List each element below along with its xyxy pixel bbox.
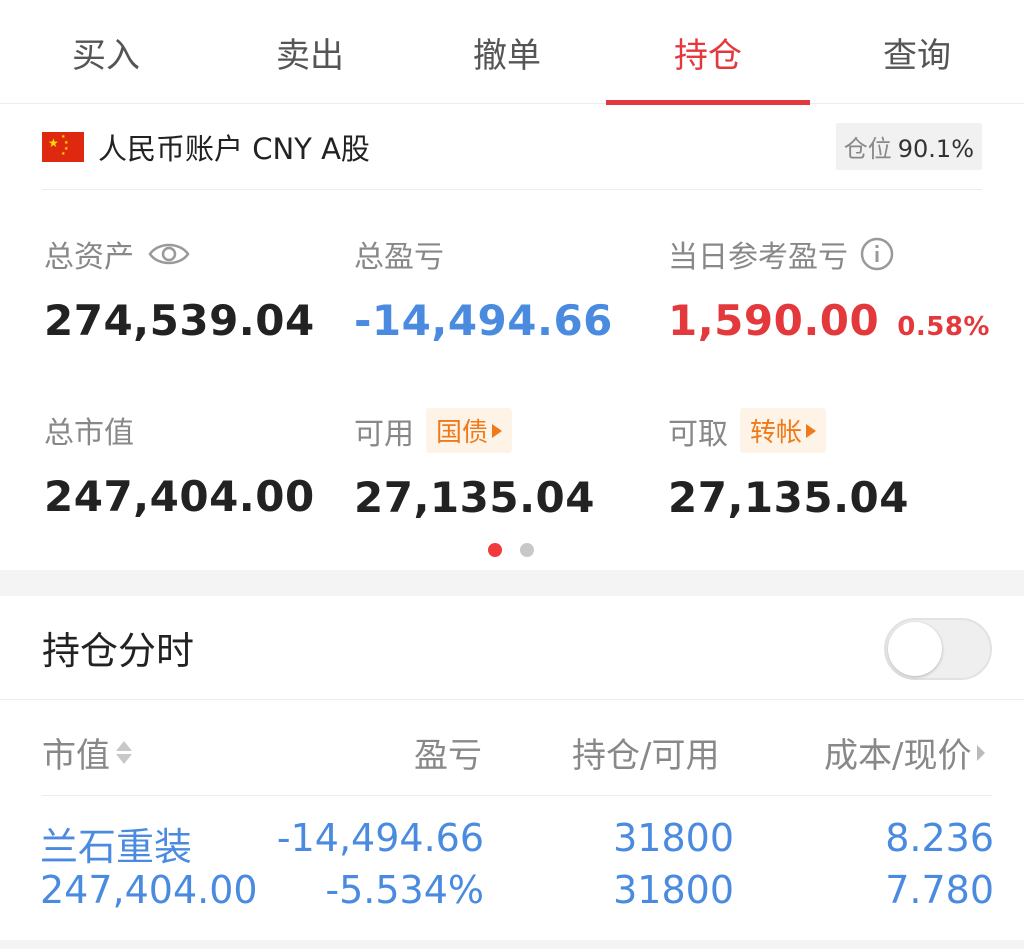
toggle-knob — [888, 622, 942, 676]
position-value: 90.1% — [897, 135, 974, 163]
col-market-value-label: 市值 — [42, 736, 110, 776]
total-pnl-block: 总盈亏 -14,494.66 — [354, 232, 613, 345]
holding-timeshare-row: 持仓分时 — [0, 596, 1024, 700]
daily-pnl-label: 当日参考盈亏 — [668, 240, 848, 275]
market-value-label: 总市值 — [44, 416, 134, 451]
holdings-table-header: 市值 盈亏 持仓/可用 成本/现价 — [42, 700, 992, 796]
tab-sell[interactable]: 卖出 — [212, 0, 408, 104]
withdrawable-block: 可取 转帐 27,135.04 — [668, 408, 909, 522]
available-value: 27,135.04 — [354, 473, 595, 522]
sort-icon[interactable] — [116, 741, 132, 764]
triangle-right-icon — [492, 423, 503, 438]
withdrawable-value: 27,135.04 — [668, 473, 909, 522]
eye-icon[interactable] — [148, 239, 190, 269]
withdrawable-label: 可取 — [668, 416, 728, 452]
triangle-right-icon — [806, 423, 817, 438]
holding-timeshare-toggle[interactable] — [884, 618, 992, 680]
position-label: 仓位 — [843, 135, 892, 163]
col-holding-available: 持仓/可用 — [572, 736, 720, 776]
stock-market-value: 247,404.00 — [40, 868, 258, 912]
daily-pnl-block: 当日参考盈亏 1,590.00 0.58% — [668, 232, 990, 345]
chevron-right-icon — [977, 744, 986, 761]
page-dot-1[interactable] — [488, 543, 502, 557]
total-assets-value: 274,539.04 — [44, 296, 315, 345]
total-assets-label: 总资产 — [44, 240, 134, 275]
col-pnl: 盈亏 — [414, 736, 482, 776]
stock-cost: 8.236 — [885, 816, 994, 860]
tab-holdings[interactable]: 持仓 — [606, 0, 810, 105]
col-cost-price-label: 成本/现价 — [824, 736, 972, 776]
bond-button[interactable]: 国债 — [426, 408, 513, 453]
bottom-divider — [0, 940, 1024, 949]
tab-query[interactable]: 查询 — [810, 0, 1024, 104]
section-divider — [0, 570, 1024, 596]
total-assets-block: 总资产 274,539.04 — [44, 232, 315, 345]
tab-cancel[interactable]: 撤单 — [408, 0, 606, 104]
cn-flag-icon: ★ ★ ★ ★ ★ — [42, 131, 84, 162]
available-block: 可用 国债 27,135.04 — [354, 408, 595, 522]
table-row[interactable]: 兰石重装 247,404.00 -14,494.66 -5.534% 31800… — [0, 796, 1024, 942]
holding-timeshare-label: 持仓分时 — [42, 629, 195, 673]
daily-pnl-value: 1,590.00 — [668, 296, 880, 345]
market-value: 247,404.00 — [44, 472, 315, 521]
page-indicator — [488, 543, 534, 557]
col-cost-price[interactable]: 成本/现价 — [824, 728, 986, 777]
top-tab-bar: 买入 卖出 撤单 持仓 查询 — [0, 0, 1024, 105]
account-name: 人民币账户 CNY A股 — [98, 131, 370, 166]
total-pnl-value: -14,494.66 — [354, 296, 613, 345]
bond-label: 国债 — [436, 418, 489, 448]
market-value-block: 总市值 247,404.00 — [44, 408, 315, 521]
available-label: 可用 — [354, 416, 414, 452]
tab-buy[interactable]: 买入 — [0, 0, 212, 104]
position-badge: 仓位 90.1% — [835, 123, 982, 170]
transfer-button[interactable]: 转帐 — [740, 408, 827, 453]
total-pnl-label: 总盈亏 — [354, 240, 444, 275]
daily-pnl-pct: 0.58% — [897, 312, 990, 342]
transfer-label: 转帐 — [750, 418, 803, 448]
account-row[interactable]: ★ ★ ★ ★ ★ 人民币账户 CNY A股 仓位 90.1% — [42, 104, 982, 190]
page-dot-2[interactable] — [520, 543, 534, 557]
stock-available: 31800 — [613, 868, 734, 912]
info-icon[interactable] — [860, 237, 894, 271]
stock-price: 7.780 — [885, 868, 994, 912]
col-market-value[interactable]: 市值 — [42, 728, 132, 777]
stock-name: 兰石重装 — [40, 825, 193, 869]
stock-pnl: -14,494.66 — [276, 816, 484, 860]
stock-holding: 31800 — [613, 816, 734, 860]
stock-pnl-pct: -5.534% — [325, 868, 484, 912]
